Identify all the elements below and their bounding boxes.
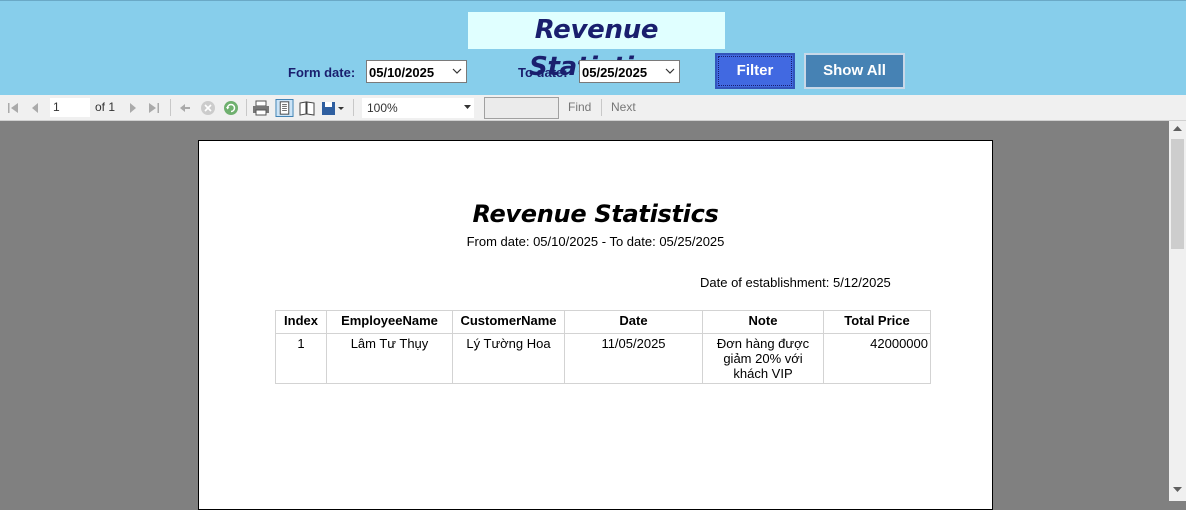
prev-page-icon[interactable] <box>29 99 41 117</box>
page-setup-icon[interactable] <box>298 99 316 117</box>
find-input[interactable] <box>484 97 559 119</box>
to-date-picker[interactable]: 05/25/2025 <box>579 60 680 83</box>
cell-index: 1 <box>275 333 327 384</box>
back-icon[interactable] <box>178 99 192 117</box>
cell-total-price: 42000000 <box>823 333 931 384</box>
filter-button[interactable]: Filter <box>715 53 795 89</box>
next-page-icon[interactable] <box>127 99 139 117</box>
column-header-note: Note <box>702 310 824 334</box>
column-header-total-price: Total Price <box>823 310 931 334</box>
column-header-index: Index <box>275 310 327 334</box>
cell-customer: Lý Tường Hoa <box>452 333 565 384</box>
revenue-table: Index EmployeeName CustomerName Date Not… <box>275 310 931 384</box>
table-row: 1 Lâm Tư Thụy Lý Tường Hoa 11/05/2025 Đơ… <box>275 333 931 384</box>
column-header-employee: EmployeeName <box>326 310 453 334</box>
app-title: Revenue Statistics <box>468 12 725 82</box>
report-title: Revenue Statistics <box>472 200 719 228</box>
report-page: Revenue Statistics From date: 05/10/2025… <box>198 140 993 510</box>
scroll-down-icon[interactable] <box>1173 487 1182 493</box>
show-all-button[interactable]: Show All <box>804 53 905 89</box>
refresh-icon[interactable] <box>223 99 239 117</box>
column-header-customer: CustomerName <box>452 310 565 334</box>
export-icon[interactable] <box>321 99 345 117</box>
stop-icon[interactable] <box>200 99 216 117</box>
filter-header: Revenue Statistics Form date: 05/10/2025… <box>0 0 1186 95</box>
from-date-picker[interactable]: 05/10/2025 <box>366 60 467 83</box>
page-number-input[interactable]: 1 <box>50 98 90 117</box>
cell-note: Đơn hàng được giảm 20% với khách VIP <box>702 333 824 384</box>
zoom-select[interactable]: 100% <box>362 98 474 118</box>
report-date-range: From date: 05/10/2025 - To date: 05/25/2… <box>466 234 725 249</box>
scroll-up-icon[interactable] <box>1173 126 1182 132</box>
print-layout-icon[interactable] <box>275 99 294 117</box>
dropdown-arrow-icon[interactable] <box>464 105 471 110</box>
zoom-value: 100% <box>367 101 398 115</box>
scrollbar-thumb[interactable] <box>1171 139 1184 249</box>
last-page-icon[interactable] <box>148 99 160 117</box>
from-date-value: 05/10/2025 <box>369 65 435 80</box>
table-header-row: Index EmployeeName CustomerName Date Not… <box>275 310 931 334</box>
to-date-label: To date: <box>518 65 568 80</box>
to-date-value: 05/25/2025 <box>582 65 648 80</box>
find-next-link[interactable]: Next <box>611 100 636 114</box>
chevron-down-icon[interactable] <box>665 65 675 77</box>
toolbar-separator <box>170 99 171 116</box>
establishment-date: Date of establishment: 5/12/2025 <box>700 275 891 290</box>
print-icon[interactable] <box>252 99 270 117</box>
page-count-label: of 1 <box>95 100 116 114</box>
chevron-down-icon[interactable] <box>452 65 462 77</box>
toolbar-separator <box>246 99 247 116</box>
find-link[interactable]: Find <box>568 100 591 114</box>
cell-date: 11/05/2025 <box>564 333 703 384</box>
from-date-label: Form date: <box>288 65 356 80</box>
vertical-scrollbar[interactable] <box>1169 121 1186 501</box>
toolbar-separator <box>353 99 354 116</box>
column-header-date: Date <box>564 310 703 334</box>
report-viewer-toolbar: 1 of 1 100% Find Next <box>0 95 1186 121</box>
toolbar-separator <box>601 99 602 116</box>
first-page-icon[interactable] <box>7 99 19 117</box>
cell-employee: Lâm Tư Thụy <box>326 333 453 384</box>
